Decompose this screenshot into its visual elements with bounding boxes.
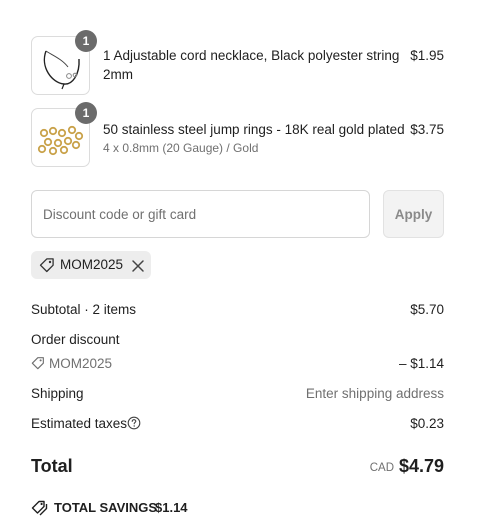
shipping-label: Shipping [31,386,84,401]
tags-icon [31,499,49,522]
subtotal-label: Subtotal · 2 items [31,302,137,317]
apply-button[interactable]: Apply [383,190,444,238]
applied-code-text: MOM2025 [60,257,124,272]
discount-value: – $1.14 [398,356,444,371]
item-price: $1.95 [410,48,444,63]
order-discount-label: Order discount [31,332,120,347]
line-item: 1 50 stainless steel jump rings - 18K re… [31,102,444,168]
item-name: 1 Adjustable cord necklace, Black polyes… [103,48,400,82]
quantity-badge: 1 [75,30,97,52]
item-variant: 4 x 0.8mm (20 Gauge) / Gold [103,141,259,155]
shipping-value: Enter shipping address [305,386,444,401]
help-circle-icon[interactable] [127,416,141,435]
quantity-badge: 1 [75,102,97,124]
total-currency: CAD [369,462,394,474]
item-price: $3.75 [410,122,444,137]
line-item: 1 1 Adjustable cord necklace, Black poly… [31,30,444,96]
applied-code-chip: MOM2025 [31,251,151,279]
item-name: 50 stainless steel jump rings - 18K real… [103,122,405,137]
total-label: Total [31,456,73,476]
savings-label: TOTAL SAVINGS [54,500,158,515]
discount-code-row: MOM2025 [31,355,151,373]
taxes-value: $0.23 [410,416,444,431]
discount-code-input[interactable] [31,190,370,238]
tag-icon [39,257,55,278]
close-icon[interactable] [130,258,146,274]
discount-code-text: MOM2025 [49,356,113,371]
taxes-label: Estimated taxes [31,416,128,431]
total-amount: $4.79 [398,456,444,476]
savings-amount: $1.14 [155,500,188,515]
subtotal-value: $5.70 [410,302,444,317]
tag-icon [31,356,45,375]
